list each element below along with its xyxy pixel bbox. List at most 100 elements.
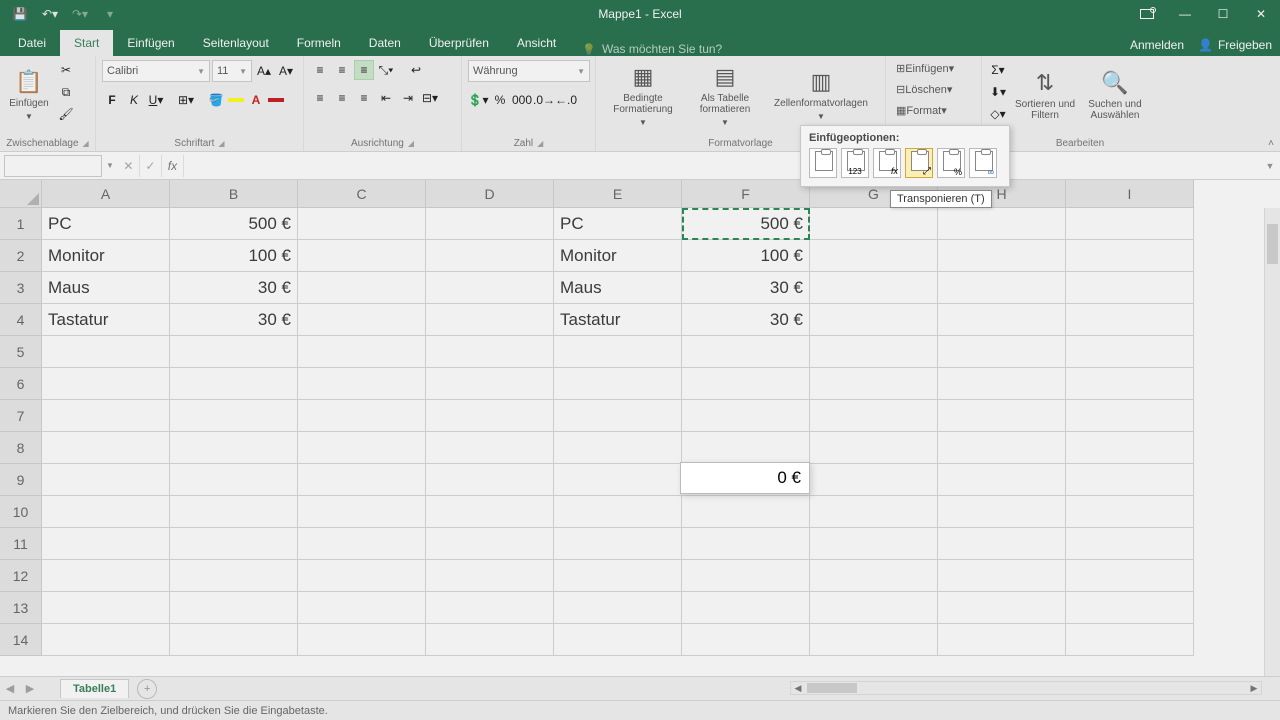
sort-filter-button[interactable]: ⇅Sortieren und Filtern bbox=[1012, 60, 1078, 130]
increase-indent-icon[interactable]: ⇥ bbox=[398, 88, 418, 108]
cell[interactable]: Maus bbox=[42, 272, 170, 304]
sheet-nav-prev-icon[interactable]: ◀ bbox=[0, 682, 20, 695]
paste-option-link[interactable]: ∞ bbox=[969, 148, 997, 178]
cell[interactable]: 30 € bbox=[682, 272, 810, 304]
row-header[interactable]: 6 bbox=[0, 368, 42, 400]
increase-font-icon[interactable]: A▴ bbox=[254, 61, 274, 81]
row-header[interactable]: 8 bbox=[0, 432, 42, 464]
column-header[interactable]: B bbox=[170, 180, 298, 208]
cell[interactable]: 30 € bbox=[170, 304, 298, 336]
format-painter-icon[interactable]: 🖌 bbox=[56, 104, 76, 124]
cell[interactable] bbox=[298, 208, 426, 240]
column-header[interactable]: D bbox=[426, 180, 554, 208]
cell[interactable] bbox=[298, 272, 426, 304]
paste-option-all[interactable] bbox=[809, 148, 837, 178]
worksheet-grid[interactable]: A B C D E F G H I 1 2 3 4 5 6 7 8 9 10 1… bbox=[0, 180, 1280, 676]
tab-insert[interactable]: Einfügen bbox=[113, 30, 188, 56]
cell[interactable] bbox=[810, 240, 938, 272]
cell[interactable] bbox=[810, 304, 938, 336]
cell[interactable]: Monitor bbox=[554, 240, 682, 272]
copy-icon[interactable]: ⧉ bbox=[56, 82, 76, 102]
column-header[interactable]: I bbox=[1066, 180, 1194, 208]
formula-bar-expand-icon[interactable]: ▼ bbox=[1260, 161, 1280, 171]
cell[interactable] bbox=[938, 304, 1066, 336]
cell[interactable]: PC bbox=[42, 208, 170, 240]
paste-button[interactable]: 📋 Einfügen ▼ bbox=[6, 60, 52, 130]
merge-center-icon[interactable]: ⊟▾ bbox=[420, 88, 440, 108]
find-select-button[interactable]: 🔍Suchen und Auswählen bbox=[1082, 60, 1148, 130]
column-header[interactable]: A bbox=[42, 180, 170, 208]
cell[interactable] bbox=[810, 208, 938, 240]
row-header[interactable]: 12 bbox=[0, 560, 42, 592]
row-header[interactable]: 14 bbox=[0, 624, 42, 656]
number-format-combo[interactable]: Währung▼ bbox=[468, 60, 590, 82]
enter-formula-icon[interactable]: ✓ bbox=[140, 155, 162, 177]
borders-icon[interactable]: ⊞▾ bbox=[176, 90, 196, 110]
row-header[interactable]: 10 bbox=[0, 496, 42, 528]
formula-input[interactable] bbox=[184, 155, 1260, 177]
cell[interactable] bbox=[1066, 272, 1194, 304]
horizontal-scrollbar[interactable]: ◀▶ bbox=[790, 681, 1262, 695]
paste-option-formatting[interactable]: % bbox=[937, 148, 965, 178]
redo-icon[interactable]: ↷▾ bbox=[66, 3, 94, 25]
font-launcher-icon[interactable]: ◢ bbox=[218, 139, 224, 148]
align-middle-icon[interactable]: ≡ bbox=[332, 60, 352, 80]
align-bottom-icon[interactable]: ≡ bbox=[354, 60, 374, 80]
wrap-text-icon[interactable]: ↩ bbox=[406, 60, 426, 80]
tell-me-search[interactable]: Was möchten Sie tun? bbox=[582, 42, 722, 56]
tab-home[interactable]: Start bbox=[60, 30, 113, 56]
row-header[interactable]: 5 bbox=[0, 336, 42, 368]
qat-customize-icon[interactable]: ▾ bbox=[96, 3, 124, 25]
cut-icon[interactable]: ✂ bbox=[56, 60, 76, 80]
cell-styles-button[interactable]: ▥Zellenformatvorlagen▼ bbox=[766, 60, 876, 130]
cell[interactable]: Maus bbox=[554, 272, 682, 304]
share-button[interactable]: 👤 Freigeben bbox=[1198, 38, 1272, 52]
row-header[interactable]: 13 bbox=[0, 592, 42, 624]
vertical-scrollbar[interactable] bbox=[1264, 208, 1280, 676]
cell[interactable]: Monitor bbox=[42, 240, 170, 272]
column-headers[interactable]: A B C D E F G H I bbox=[42, 180, 1264, 208]
row-headers[interactable]: 1 2 3 4 5 6 7 8 9 10 11 12 13 14 bbox=[0, 208, 42, 676]
increase-decimal-icon[interactable]: .0→ bbox=[534, 90, 554, 110]
format-as-table-button[interactable]: ▤Als Tabelle formatieren▼ bbox=[688, 60, 762, 130]
align-right-icon[interactable]: ≡ bbox=[354, 88, 374, 108]
cell[interactable] bbox=[426, 240, 554, 272]
cell[interactable] bbox=[1066, 240, 1194, 272]
cell[interactable] bbox=[938, 208, 1066, 240]
tab-file[interactable]: Datei bbox=[4, 30, 60, 56]
cell[interactable] bbox=[1066, 208, 1194, 240]
name-box-dropdown-icon[interactable]: ▼ bbox=[102, 161, 118, 170]
cell[interactable]: 500 € bbox=[682, 208, 810, 240]
autosum-icon[interactable]: Σ▾ bbox=[988, 60, 1008, 80]
tab-formulas[interactable]: Formeln bbox=[283, 30, 355, 56]
cell[interactable] bbox=[938, 240, 1066, 272]
row-header[interactable]: 11 bbox=[0, 528, 42, 560]
cells-insert-button[interactable]: ⊞ Einfügen ▾ bbox=[892, 60, 958, 77]
paste-option-transpose[interactable]: ⤢ bbox=[905, 148, 933, 178]
insert-function-icon[interactable]: fx bbox=[162, 155, 184, 177]
cell[interactable]: 100 € bbox=[170, 240, 298, 272]
ribbon-display-icon[interactable] bbox=[1128, 0, 1166, 28]
accounting-format-icon[interactable]: 💲▾ bbox=[468, 90, 488, 110]
decrease-indent-icon[interactable]: ⇤ bbox=[376, 88, 396, 108]
cell[interactable] bbox=[426, 304, 554, 336]
cell[interactable] bbox=[426, 208, 554, 240]
number-launcher-icon[interactable]: ◢ bbox=[537, 139, 543, 148]
cancel-formula-icon[interactable]: ✕ bbox=[118, 155, 140, 177]
cell-area[interactable]: PC 500 € PC 500 € Monitor 100 € Monitor … bbox=[42, 208, 1264, 676]
clipboard-launcher-icon[interactable]: ◢ bbox=[83, 139, 89, 148]
font-color-icon[interactable]: A bbox=[246, 90, 266, 110]
cell[interactable]: Tastatur bbox=[42, 304, 170, 336]
tab-review[interactable]: Überprüfen bbox=[415, 30, 503, 56]
row-header[interactable]: 3 bbox=[0, 272, 42, 304]
row-header[interactable]: 9 bbox=[0, 464, 42, 496]
alignment-launcher-icon[interactable]: ◢ bbox=[408, 139, 414, 148]
row-header[interactable]: 2 bbox=[0, 240, 42, 272]
close-button[interactable]: ✕ bbox=[1242, 0, 1280, 28]
conditional-formatting-button[interactable]: ▦Bedingte Formatierung▼ bbox=[602, 60, 684, 130]
column-header[interactable]: C bbox=[298, 180, 426, 208]
cell[interactable]: 30 € bbox=[682, 304, 810, 336]
font-size-combo[interactable]: 11▼ bbox=[212, 60, 252, 82]
row-header[interactable]: 1 bbox=[0, 208, 42, 240]
bold-button[interactable]: F bbox=[102, 90, 122, 110]
